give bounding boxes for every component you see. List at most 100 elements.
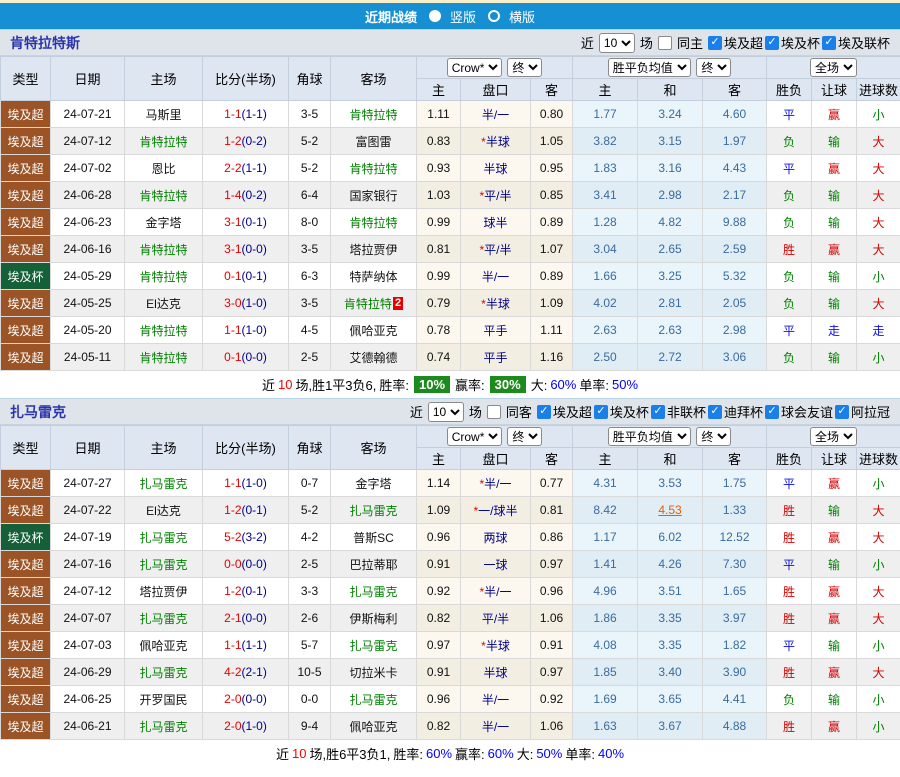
result-goals-cell: 大 bbox=[856, 523, 900, 551]
away-team-name: 扎马雷克 bbox=[349, 503, 398, 518]
league-checkbox[interactable]: ✓ bbox=[834, 404, 849, 419]
score-cell: 0-1(0-0) bbox=[202, 343, 289, 371]
league-checkbox[interactable]: ✓ bbox=[764, 404, 779, 419]
league-type-cell: 埃及超 bbox=[0, 154, 51, 182]
league-type-cell: 埃及超 bbox=[0, 685, 51, 713]
away-team-cell: 国家银行 bbox=[330, 181, 417, 209]
col-type: 类型 bbox=[0, 425, 51, 470]
league-checkbox[interactable]: ✓ bbox=[764, 35, 779, 50]
match-count-select[interactable]: 10 bbox=[598, 32, 635, 53]
match-row: 埃及杯 24-07-19 扎马雷克 5-2(3-2) 4-2 普斯SC 0.96 两球 0.86… bbox=[0, 523, 900, 551]
final-select[interactable]: 终 bbox=[696, 427, 732, 446]
home-odds-cell: 0.74 bbox=[416, 343, 461, 371]
score-cell: 3-0(1-0) bbox=[202, 289, 289, 317]
away-team-name: 肯特拉特 bbox=[349, 161, 398, 176]
league-checkbox[interactable]: ✓ bbox=[593, 404, 608, 419]
col-odds-away: 客 bbox=[530, 447, 573, 470]
result-goals-cell: 小 bbox=[856, 712, 900, 740]
avg-home-cell: 3.41 bbox=[572, 181, 638, 209]
company-select[interactable]: Crow* bbox=[446, 427, 502, 446]
scope-select[interactable]: 全场 bbox=[810, 58, 858, 77]
avg-draw-cell: 3.53 bbox=[637, 469, 703, 497]
league-checkbox[interactable]: ✓ bbox=[536, 404, 551, 419]
result-handicap-cell: 输 bbox=[811, 685, 858, 713]
horizontal-layout-radio[interactable] bbox=[488, 10, 500, 22]
result-wdl-cell: 胜 bbox=[766, 604, 813, 632]
final-select[interactable]: 终 bbox=[507, 427, 543, 446]
company-select[interactable]: Crow* bbox=[446, 58, 502, 77]
avg-draw-cell: 3.25 bbox=[637, 262, 703, 290]
result-wdl-cell: 平 bbox=[766, 100, 813, 128]
final-select[interactable]: 终 bbox=[696, 58, 732, 77]
result-wdl-cell: 胜 bbox=[766, 523, 813, 551]
league-checkbox[interactable]: ✓ bbox=[821, 35, 836, 50]
league-type-cell: 埃及超 bbox=[0, 469, 51, 497]
league-checkbox[interactable]: ✓ bbox=[650, 404, 665, 419]
halftime-score: (0-1) bbox=[241, 269, 267, 283]
handicap-cell: 半球 bbox=[460, 154, 531, 182]
handicap-line: 半/一 bbox=[481, 719, 510, 734]
avg-draw-link[interactable]: 4.53 bbox=[658, 503, 681, 517]
score-cell: 3-1(0-0) bbox=[202, 235, 289, 263]
corner-cell: 4-2 bbox=[288, 523, 331, 551]
filter-bar-1: 近 10 场 同主 ✓ 埃及超 ✓ 埃及杯 ✓ 埃及联杯 bbox=[581, 32, 890, 53]
col-odds-home: 主 bbox=[416, 78, 461, 101]
avg-away-cell: 5.32 bbox=[701, 262, 768, 290]
league-filter: ✓ 球会友谊 bbox=[763, 402, 833, 421]
avg-away-cell: 1.82 bbox=[701, 631, 768, 659]
same-venue-checkbox[interactable] bbox=[657, 35, 672, 50]
score-cell: 1-2(0-1) bbox=[202, 496, 289, 524]
halftime-score: (0-1) bbox=[241, 584, 267, 598]
avg-away-cell: 2.59 bbox=[701, 235, 768, 263]
date-cell: 24-07-12 bbox=[50, 577, 125, 605]
handicap-line: 半/一 bbox=[481, 692, 510, 707]
home-odds-cell: 1.09 bbox=[416, 496, 461, 524]
home-odds-cell: 0.92 bbox=[416, 577, 461, 605]
horizontal-layout-label[interactable]: 横版 bbox=[509, 7, 535, 26]
home-odds-cell: 0.96 bbox=[416, 685, 461, 713]
fulltime-score: 0-0 bbox=[224, 557, 242, 571]
final-select[interactable]: 终 bbox=[507, 58, 543, 77]
single-rate-label: 单率: bbox=[565, 747, 595, 762]
summary-games: 10 bbox=[292, 746, 307, 761]
summary-record: 场,胜6平3负1, bbox=[309, 747, 391, 762]
corner-cell: 5-7 bbox=[288, 631, 331, 659]
single-rate-value: 40% bbox=[597, 746, 625, 761]
score-cell: 0-0(0-0) bbox=[202, 550, 289, 578]
away-team-name: 切拉米卡 bbox=[349, 665, 398, 680]
score-cell: 2-2(1-1) bbox=[202, 154, 289, 182]
away-odds-cell: 1.11 bbox=[530, 316, 573, 344]
result-wdl-cell: 平 bbox=[766, 469, 813, 497]
home-team-name: 肯特拉特 bbox=[139, 323, 188, 338]
vertical-layout-label[interactable]: 竖版 bbox=[450, 7, 476, 26]
result-handicap-cell: 走 bbox=[811, 316, 858, 344]
away-odds-cell: 1.06 bbox=[530, 712, 573, 740]
away-team-cell: 伊斯梅利 bbox=[330, 604, 417, 632]
handicap-line: 半球 bbox=[483, 665, 508, 680]
result-goals-cell: 小 bbox=[856, 469, 900, 497]
home-team-name: 马斯里 bbox=[145, 107, 182, 122]
avg-select[interactable]: 胜平负均值 bbox=[607, 58, 691, 77]
result-goals-cell: 大 bbox=[856, 181, 900, 209]
same-venue-checkbox[interactable] bbox=[486, 404, 501, 419]
date-cell: 24-05-20 bbox=[50, 316, 125, 344]
away-odds-cell: 0.80 bbox=[530, 100, 573, 128]
fulltime-score: 2-1 bbox=[224, 611, 242, 625]
score-cell: 2-1(0-0) bbox=[202, 604, 289, 632]
league-checkbox[interactable]: ✓ bbox=[707, 404, 722, 419]
league-type-cell: 埃及超 bbox=[0, 496, 51, 524]
match-row: 埃及超 24-06-23 金字塔 3-1(0-1) 8-0 肯特拉特 0.99 球半 0.89 1… bbox=[0, 208, 900, 236]
match-count-select[interactable]: 10 bbox=[427, 401, 464, 422]
match-row: 埃及超 24-06-21 扎马雷克 2-0(1-0) 9-4 佩哈亚克 0.82 半/一 1.0… bbox=[0, 712, 900, 740]
vertical-layout-radio[interactable] bbox=[428, 10, 441, 22]
league-checkbox[interactable]: ✓ bbox=[707, 35, 722, 50]
over-rate-value: 60% bbox=[550, 377, 577, 392]
result-goals-cell: 大 bbox=[856, 235, 900, 263]
avg-select[interactable]: 胜平负均值 bbox=[607, 427, 691, 446]
halftime-score: (0-0) bbox=[241, 611, 267, 625]
avg-home-cell: 8.42 bbox=[572, 496, 638, 524]
avg-away-cell: 1.65 bbox=[701, 577, 768, 605]
col-avg-away: 客 bbox=[701, 78, 768, 101]
scope-select[interactable]: 全场 bbox=[810, 427, 858, 446]
handicap-line: 一球 bbox=[483, 557, 508, 572]
